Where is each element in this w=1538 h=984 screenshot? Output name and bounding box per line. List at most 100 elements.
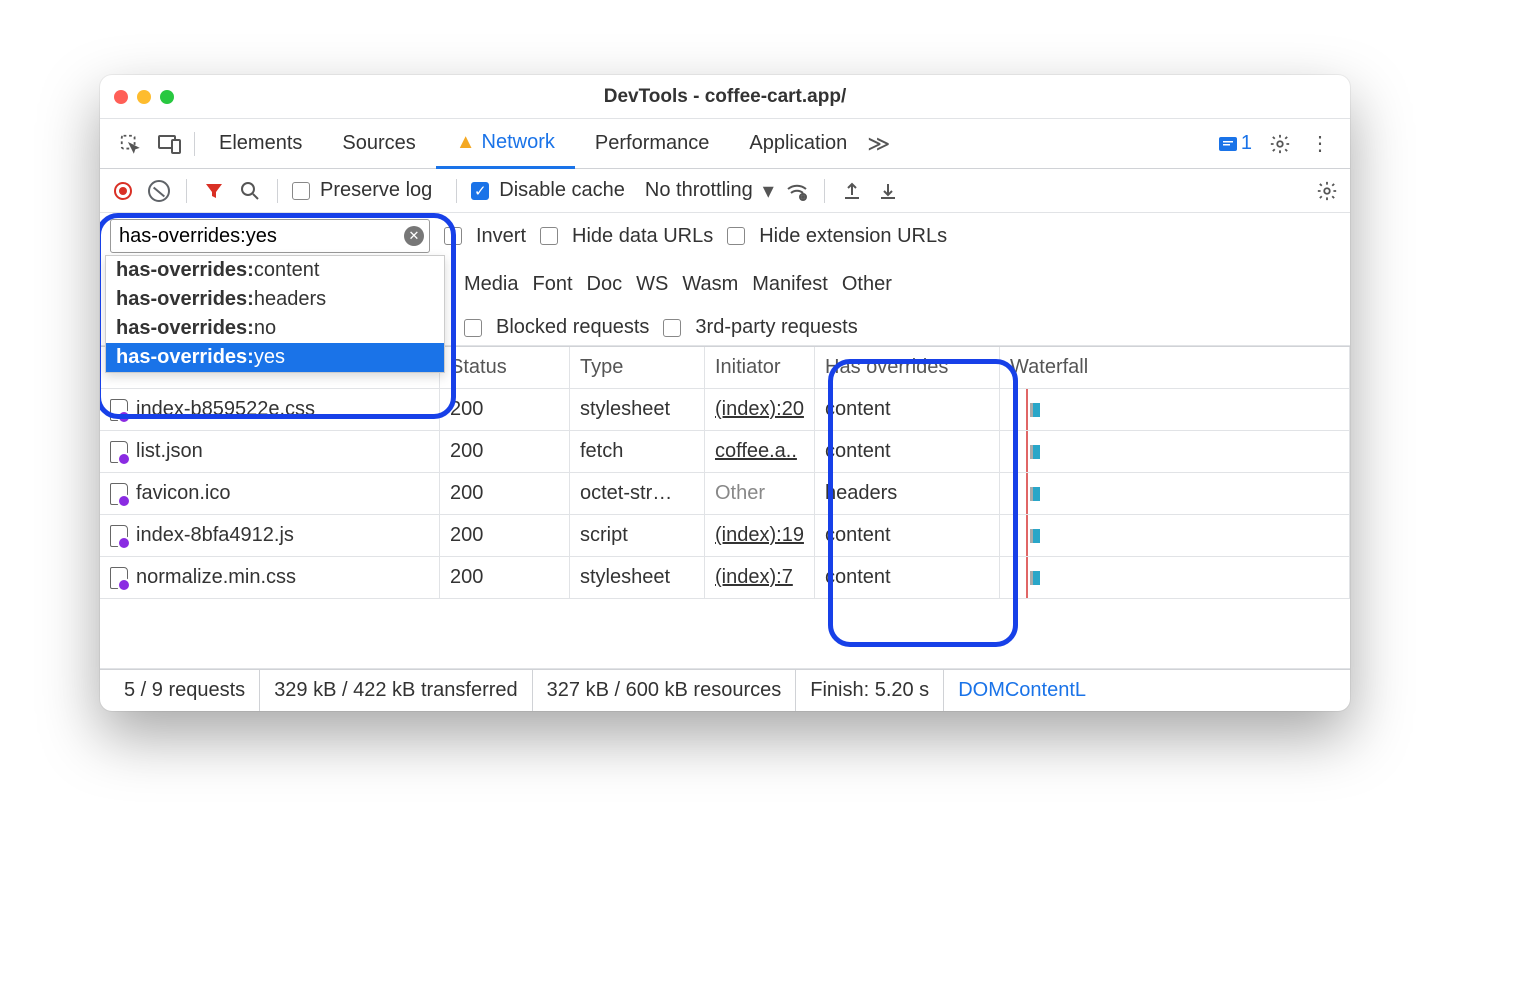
minimize-window-button[interactable] [137, 90, 151, 104]
inspect-icon[interactable] [116, 130, 144, 158]
upload-har-icon[interactable] [839, 178, 865, 204]
blocked-requests-checkbox[interactable] [464, 319, 482, 337]
preserve-log-label: Preserve log [320, 179, 432, 202]
window-traffic-lights [114, 90, 174, 104]
tab-application[interactable]: Application [729, 119, 867, 168]
tab-elements[interactable]: Elements [199, 119, 322, 168]
col-status[interactable]: Status [440, 347, 570, 389]
window-title: DevTools - coffee-cart.app/ [100, 86, 1350, 108]
cell-waterfall [1000, 431, 1350, 473]
network-conditions-icon[interactable] [784, 178, 810, 204]
cell-type: stylesheet [570, 557, 705, 599]
issues-badge[interactable]: 1 [1219, 132, 1252, 155]
clear-button[interactable] [146, 178, 172, 204]
status-finish: Finish: 5.20 s [796, 670, 944, 711]
network-settings-icon[interactable] [1314, 178, 1340, 204]
tab-performance[interactable]: Performance [575, 119, 730, 168]
network-toolbar: Preserve log ✓ Disable cache No throttli… [100, 169, 1350, 213]
hide-data-urls-checkbox[interactable] [540, 227, 558, 245]
status-bar: 5 / 9 requests 329 kB / 422 kB transferr… [100, 669, 1350, 711]
filter-bar: ✕ has-overrides:content has-overrides:he… [100, 213, 1350, 346]
cell-name[interactable]: index-b859522e.css [100, 389, 440, 431]
cell-waterfall [1000, 473, 1350, 515]
cell-initiator[interactable]: (index):19 [705, 515, 815, 557]
more-tabs-button[interactable]: ≫ [867, 131, 890, 157]
cell-waterfall [1000, 557, 1350, 599]
filter-option[interactable]: has-overrides:no [106, 314, 444, 343]
cell-waterfall [1000, 389, 1350, 431]
record-button[interactable] [110, 178, 136, 204]
tab-network[interactable]: ▲ Network [436, 120, 575, 169]
status-domcontentloaded: DOMContentL [944, 670, 1100, 711]
filter-type[interactable]: Manifest [752, 273, 828, 296]
download-har-icon[interactable] [875, 178, 901, 204]
cell-initiator[interactable]: (index):7 [705, 557, 815, 599]
cell-initiator[interactable]: (index):20 [705, 389, 815, 431]
filter-option[interactable]: has-overrides:headers [106, 285, 444, 314]
status-resources: 327 kB / 600 kB resources [533, 670, 797, 711]
preserve-log-checkbox[interactable] [292, 182, 310, 200]
status-transferred: 329 kB / 422 kB transferred [260, 670, 532, 711]
request-table: Name Status Type Initiator Has overrides… [100, 346, 1350, 669]
tab-sources[interactable]: Sources [322, 119, 435, 168]
cell-initiator[interactable]: coffee.a.. [705, 431, 815, 473]
hide-extension-urls-checkbox[interactable] [727, 227, 745, 245]
filter-type[interactable]: Media [464, 273, 518, 296]
cell-overrides: content [815, 557, 1000, 599]
hide-data-urls-label: Hide data URLs [572, 225, 713, 248]
close-window-button[interactable] [114, 90, 128, 104]
disable-cache-checkbox[interactable]: ✓ [471, 182, 489, 200]
col-type[interactable]: Type [570, 347, 705, 389]
cell-name[interactable]: favicon.ico [100, 473, 440, 515]
devtools-window: DevTools - coffee-cart.app/ Elements Sou… [100, 75, 1350, 711]
col-has-overrides[interactable]: Has overrides [815, 347, 1000, 389]
blocked-requests-label: Blocked requests [496, 316, 649, 339]
invert-label: Invert [476, 225, 526, 248]
filter-icon[interactable] [201, 178, 227, 204]
cell-type: script [570, 515, 705, 557]
clear-filter-button[interactable]: ✕ [404, 226, 424, 246]
filter-input-wrapper: ✕ has-overrides:content has-overrides:he… [110, 219, 430, 253]
filter-type[interactable]: WS [636, 273, 668, 296]
cell-name[interactable]: normalize.min.css [100, 557, 440, 599]
cell-overrides: content [815, 515, 1000, 557]
cell-type: octet-str… [570, 473, 705, 515]
disable-cache-label: Disable cache [499, 179, 625, 202]
cell-type: fetch [570, 431, 705, 473]
filter-type[interactable]: Other [842, 273, 892, 296]
filter-type[interactable]: Font [532, 273, 572, 296]
titlebar: DevTools - coffee-cart.app/ [100, 75, 1350, 119]
col-initiator[interactable]: Initiator [705, 347, 815, 389]
cell-status: 200 [440, 389, 570, 431]
cell-overrides: content [815, 431, 1000, 473]
search-icon[interactable] [237, 178, 263, 204]
table-empty-area [100, 599, 1350, 669]
cell-waterfall [1000, 515, 1350, 557]
warning-icon: ▲ [456, 131, 476, 154]
cell-status: 200 [440, 431, 570, 473]
col-waterfall[interactable]: Waterfall [1000, 347, 1350, 389]
cell-status: 200 [440, 557, 570, 599]
invert-checkbox[interactable] [444, 227, 462, 245]
filter-option[interactable]: has-overrides:content [106, 256, 444, 285]
third-party-checkbox[interactable] [663, 319, 681, 337]
cell-overrides: headers [815, 473, 1000, 515]
file-icon [110, 399, 128, 421]
cell-name[interactable]: index-8bfa4912.js [100, 515, 440, 557]
cell-name[interactable]: list.json [100, 431, 440, 473]
file-icon [110, 525, 128, 547]
file-icon [110, 441, 128, 463]
throttling-select[interactable]: No throttling ▾ [645, 178, 774, 204]
filter-option-selected[interactable]: has-overrides:yes [106, 343, 444, 372]
chevron-down-icon: ▾ [763, 178, 774, 204]
file-icon [110, 483, 128, 505]
settings-icon[interactable] [1266, 130, 1294, 158]
device-toggle-icon[interactable] [156, 130, 184, 158]
filter-type[interactable]: Wasm [682, 273, 738, 296]
maximize-window-button[interactable] [160, 90, 174, 104]
filter-input[interactable] [110, 219, 430, 253]
cell-overrides: content [815, 389, 1000, 431]
filter-type[interactable]: Doc [587, 273, 623, 296]
kebab-menu-icon[interactable]: ⋮ [1306, 130, 1334, 158]
third-party-label: 3rd-party requests [695, 316, 857, 339]
